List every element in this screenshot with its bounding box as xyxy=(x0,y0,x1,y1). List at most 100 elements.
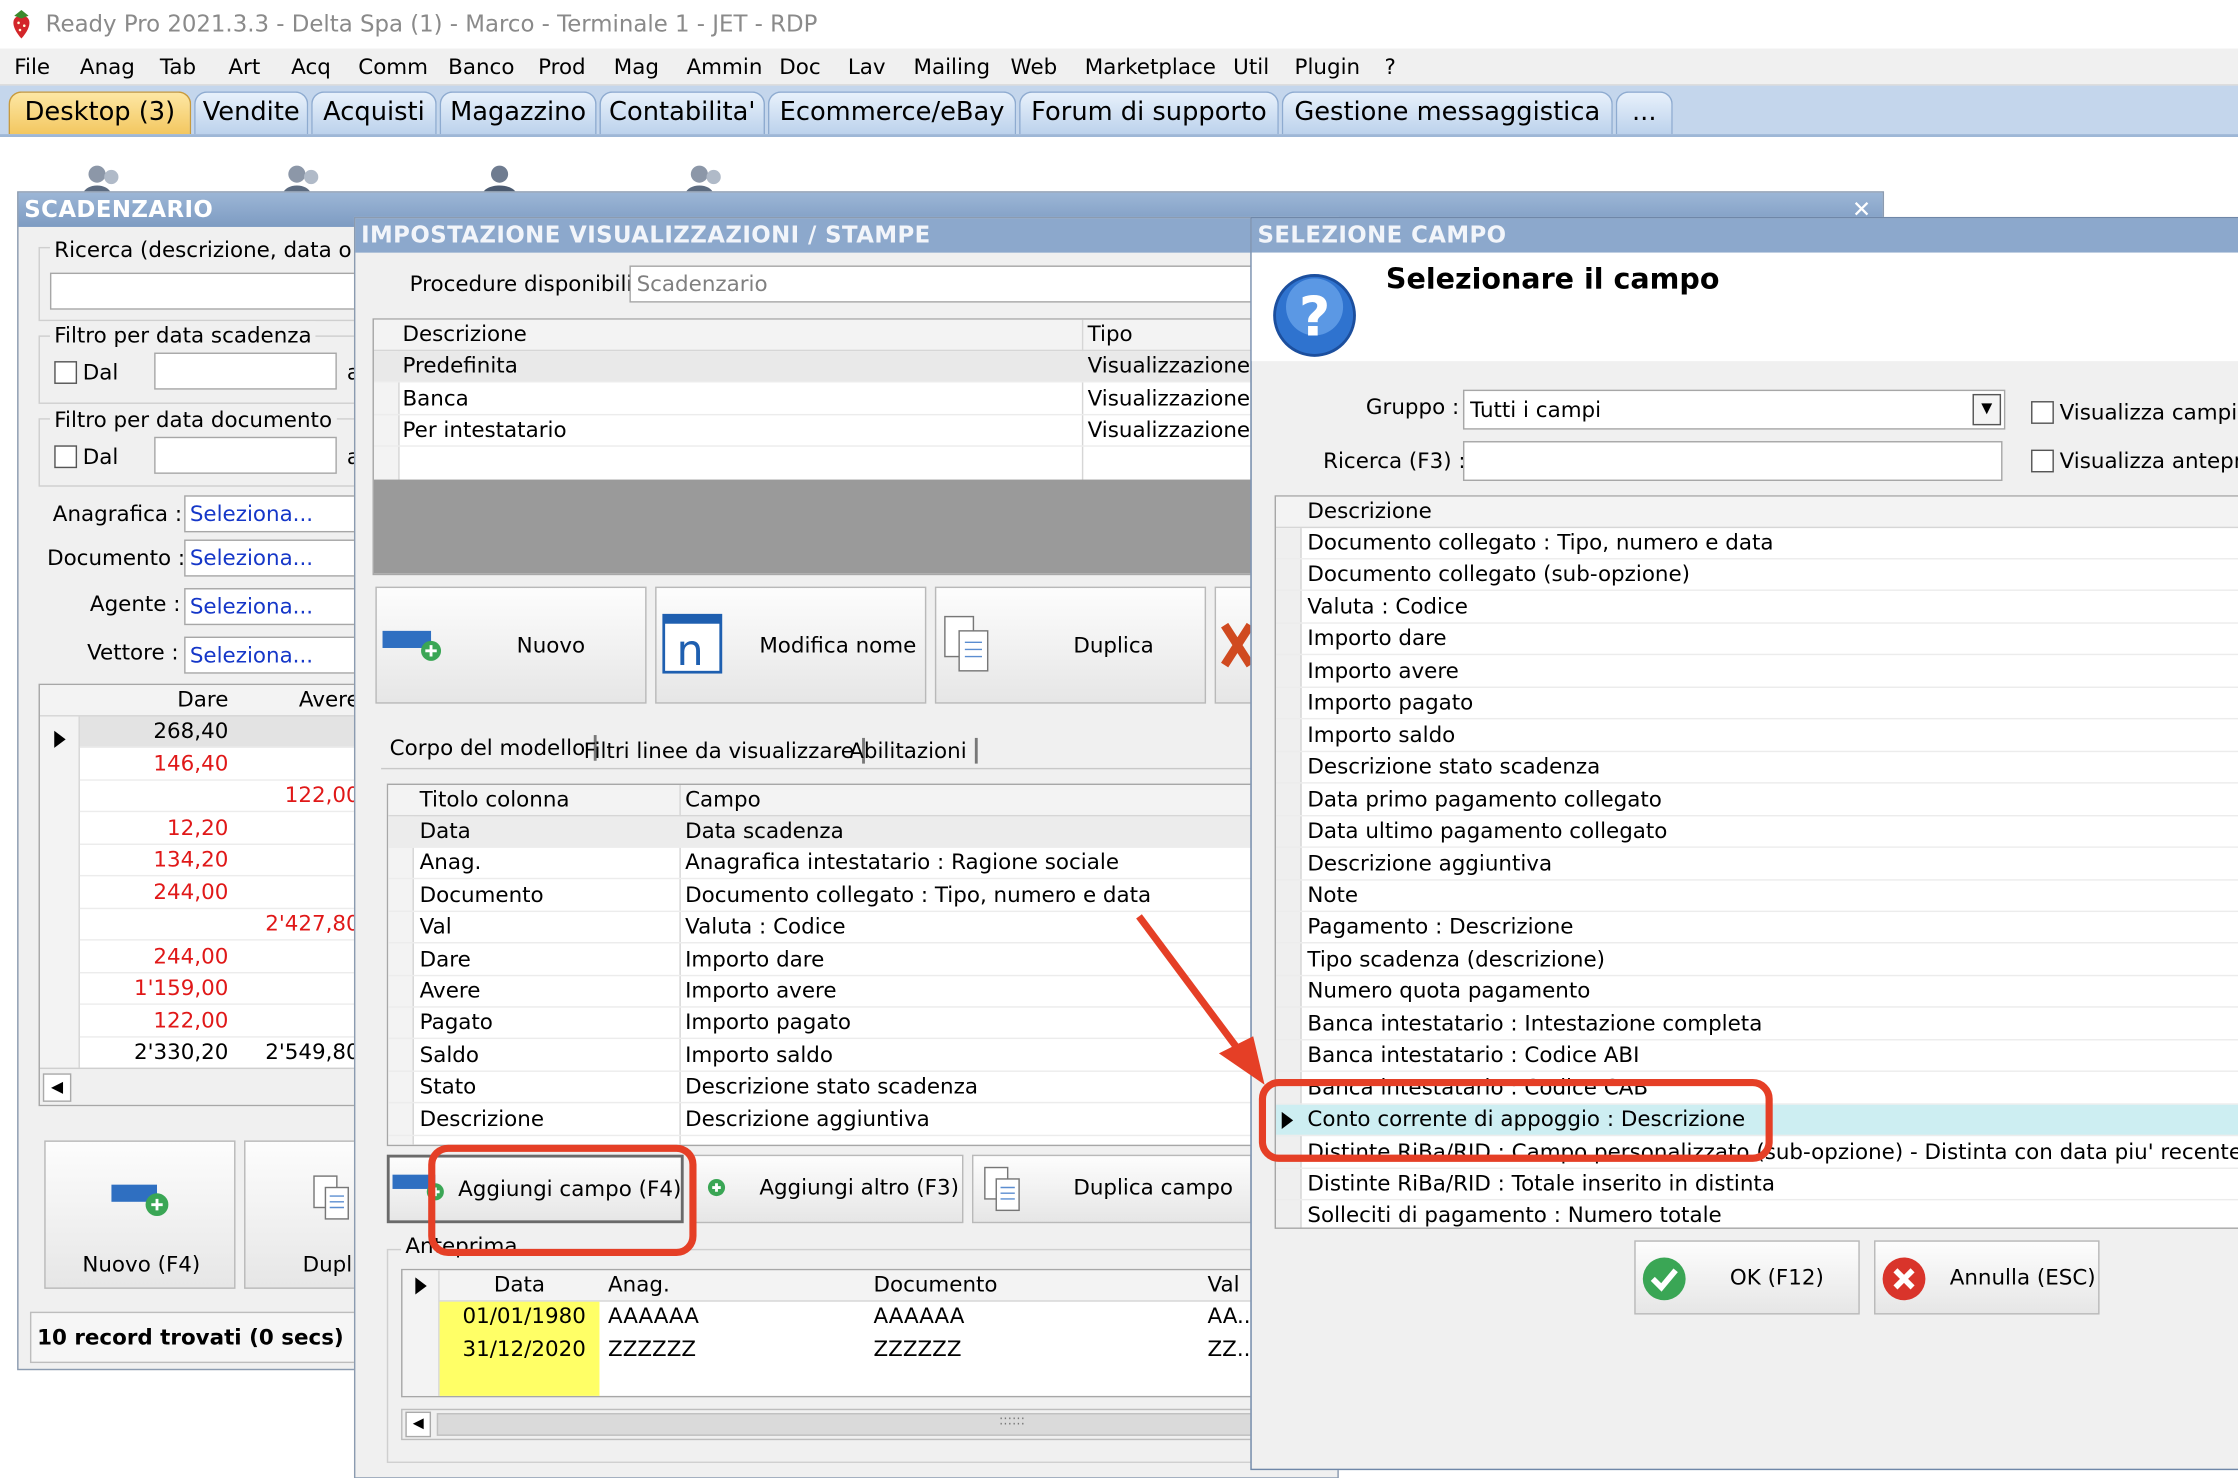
tab-messaggistica[interactable]: Gestione messaggistica xyxy=(1281,91,1613,135)
dare-cell: 122,00 xyxy=(153,1006,229,1033)
table-row[interactable]: Descrizione Descrizione aggiuntiva xyxy=(388,1104,1322,1136)
list-item[interactable]: Solleciti di pagamento : Numero totale xyxy=(1276,1201,2238,1227)
ok-button[interactable]: OK (F12) xyxy=(1634,1240,1860,1315)
list-item[interactable]: Valuta : Codice xyxy=(1276,592,2238,624)
list-item[interactable]: Documento collegato : Tipo, numero e dat… xyxy=(1276,528,2238,560)
tab-vendite[interactable]: Vendite xyxy=(194,91,309,135)
duplicate-view-button[interactable]: Duplica xyxy=(934,586,1207,704)
menu-lav[interactable]: Lav xyxy=(848,54,886,80)
col-avere-header[interactable]: Avere xyxy=(234,687,360,713)
list-item[interactable]: Importo pagato xyxy=(1276,688,2238,720)
list-item[interactable]: Data ultimo pagamento collegato xyxy=(1276,816,2238,848)
rename-view-button[interactable]: n Modifica nome xyxy=(655,586,927,704)
due-date-from-input[interactable] xyxy=(154,352,337,390)
menu-banco[interactable]: Banco xyxy=(448,54,514,80)
scroll-left-icon[interactable]: ◀ xyxy=(42,1073,72,1102)
column-title-cell: Avere xyxy=(419,977,481,1004)
menu-web[interactable]: Web xyxy=(1011,54,1058,80)
table-row[interactable]: Data Data scadenza xyxy=(388,816,1322,848)
field-search-input[interactable] xyxy=(1462,441,2003,482)
menu-prod[interactable]: Prod xyxy=(538,54,586,80)
menu-doc[interactable]: Doc xyxy=(779,54,820,80)
menu-mag[interactable]: Mag xyxy=(614,54,659,80)
subtab-filtri-linee[interactable]: Filtri linee da visualizzare xyxy=(584,737,866,764)
menu-util[interactable]: Util xyxy=(1233,54,1269,80)
procedures-select[interactable]: Scadenzario xyxy=(629,265,1329,303)
list-item[interactable]: Data primo pagamento collegato xyxy=(1276,784,2238,816)
menu-ammin[interactable]: Ammin xyxy=(687,54,763,80)
field-cell: Importo saldo xyxy=(685,1041,833,1068)
strawberry-logo-icon xyxy=(13,9,30,39)
show-fields-checkbox[interactable] xyxy=(2031,401,2054,424)
list-item[interactable]: Banca intestatario : Codice ABI xyxy=(1276,1041,2238,1073)
menu-mailing[interactable]: Mailing xyxy=(913,54,990,80)
tab-acquisti[interactable]: Acquisti xyxy=(311,91,437,135)
menu-anag[interactable]: Anag xyxy=(80,54,135,80)
list-item[interactable]: Pagamento : Descrizione xyxy=(1276,913,2238,945)
menu-acq[interactable]: Acq xyxy=(291,54,331,80)
list-item[interactable]: Descrizione aggiuntiva xyxy=(1276,849,2238,880)
table-row[interactable]: Anag. Anagrafica intestatario : Ragione s… xyxy=(388,848,1322,880)
group-select[interactable]: Tutti i campi ▼ xyxy=(1462,389,2006,430)
show-preview-checkbox[interactable] xyxy=(2031,449,2054,473)
tab-contabilita[interactable]: Contabilita' xyxy=(599,91,766,135)
list-item[interactable]: Documento collegato (sub-opzione) xyxy=(1276,560,2238,592)
tab-ecommerce[interactable]: Ecommerce/eBay xyxy=(767,91,1017,135)
tab-forum[interactable]: Forum di supporto xyxy=(1019,91,1279,135)
list-item[interactable]: Importo avere xyxy=(1276,656,2238,688)
col-campo-header[interactable]: Campo xyxy=(685,786,761,812)
view-description-cell: Banca xyxy=(402,384,469,411)
col-dare-header[interactable]: Dare xyxy=(40,687,228,713)
menu-marketplace[interactable]: Marketplace xyxy=(1085,54,1216,80)
field-option-label: Tipo scadenza (descrizione) xyxy=(1307,946,1605,972)
menu-help[interactable]: ? xyxy=(1384,54,1395,80)
menu-art[interactable]: Art xyxy=(228,54,260,80)
col-descrizione-header[interactable]: Descrizione xyxy=(1307,498,1431,524)
users-icon[interactable] xyxy=(682,163,728,195)
user-icon[interactable] xyxy=(480,163,526,195)
chevron-down-icon[interactable]: ▼ xyxy=(1972,393,2002,426)
doc-date-from-input[interactable] xyxy=(154,436,337,474)
new-view-button[interactable]: Nuovo xyxy=(375,586,647,704)
doc-date-from-checkbox[interactable] xyxy=(54,445,78,469)
menu-file[interactable]: File xyxy=(14,54,50,80)
list-item[interactable]: Importo saldo xyxy=(1276,720,2238,752)
table-row[interactable]: Predefinita Visualizzazione xyxy=(373,351,1336,383)
tab-magazzino[interactable]: Magazzino xyxy=(439,91,597,135)
views-grid[interactable]: Descrizione Tipo Predefinita Visualizzazi… xyxy=(372,318,1338,576)
list-item[interactable]: Importo dare xyxy=(1276,624,2238,656)
field-option-label: Valuta : Codice xyxy=(1307,593,1468,620)
users-icon[interactable] xyxy=(280,163,326,195)
table-row[interactable]: Banca Visualizzazione xyxy=(373,383,1336,415)
new-button[interactable]: Nuovo (F4) xyxy=(44,1140,236,1289)
preview-date-cell: 31/12/2020 xyxy=(462,1335,586,1361)
dare-cell: 1'159,00 xyxy=(133,974,229,1001)
due-date-from-checkbox[interactable] xyxy=(54,361,78,384)
list-item[interactable]: Descrizione stato scadenza xyxy=(1276,752,2238,784)
subtab-corpo-modello[interactable]: Corpo del modello xyxy=(390,735,597,761)
scroll-left-icon[interactable]: ◀ xyxy=(405,1411,432,1438)
add-other-button[interactable]: Aggiungi altro (F3) xyxy=(692,1154,964,1224)
list-item[interactable]: Numero quota pagamento xyxy=(1276,977,2238,1009)
field-option-label: Data ultimo pagamento collegato xyxy=(1307,817,1668,844)
menu-tab[interactable]: Tab xyxy=(160,54,196,80)
col-tipo-header[interactable]: Tipo xyxy=(1088,321,1133,347)
tab-more[interactable]: ... xyxy=(1615,91,1673,135)
cancel-button[interactable]: Annulla (ESC) xyxy=(1874,1240,2100,1315)
list-item[interactable]: Tipo scadenza (descrizione) xyxy=(1276,945,2238,977)
preview-doc-cell: AAAAAA xyxy=(873,1303,965,1329)
list-item[interactable]: Note xyxy=(1276,881,2238,912)
subtab-abilitazioni[interactable]: Abilitazioni xyxy=(849,737,979,764)
list-item[interactable]: Banca intestatario : Intestazione comple… xyxy=(1276,1009,2238,1041)
column-title-cell: Stato xyxy=(419,1073,477,1100)
users-icon[interactable] xyxy=(80,163,126,195)
column-title-cell: Dare xyxy=(419,945,471,972)
col-titolo-header[interactable]: Titolo colonna xyxy=(420,786,570,812)
list-item[interactable]: Distinte RiBa/RID : Totale inserito in d… xyxy=(1276,1169,2238,1201)
duplicate-field-button[interactable]: Duplica campo xyxy=(971,1154,1252,1224)
tab-desktop[interactable]: Desktop (3) xyxy=(8,91,192,135)
col-descrizione-header[interactable]: Descrizione xyxy=(402,321,526,347)
table-row[interactable]: Per intestatario Visualizzazione ra xyxy=(373,415,1336,447)
menu-plugin[interactable]: Plugin xyxy=(1295,54,1361,80)
menu-comm[interactable]: Comm xyxy=(358,54,428,80)
